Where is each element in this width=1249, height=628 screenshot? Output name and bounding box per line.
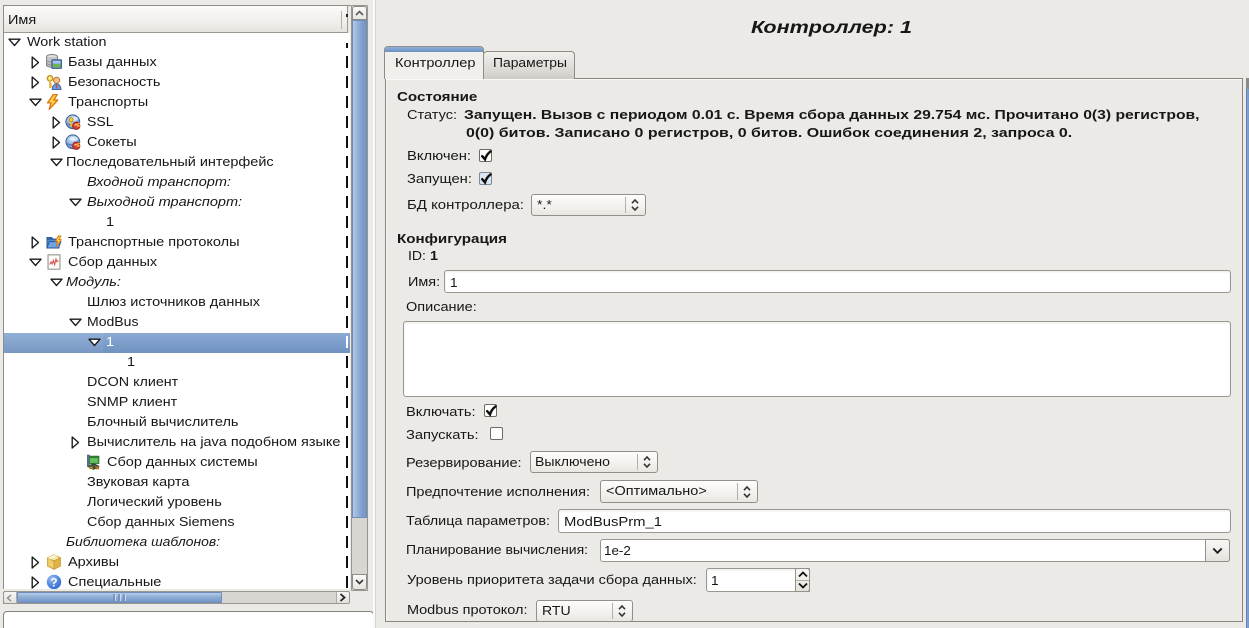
svg-text:?: ? [50, 577, 57, 589]
